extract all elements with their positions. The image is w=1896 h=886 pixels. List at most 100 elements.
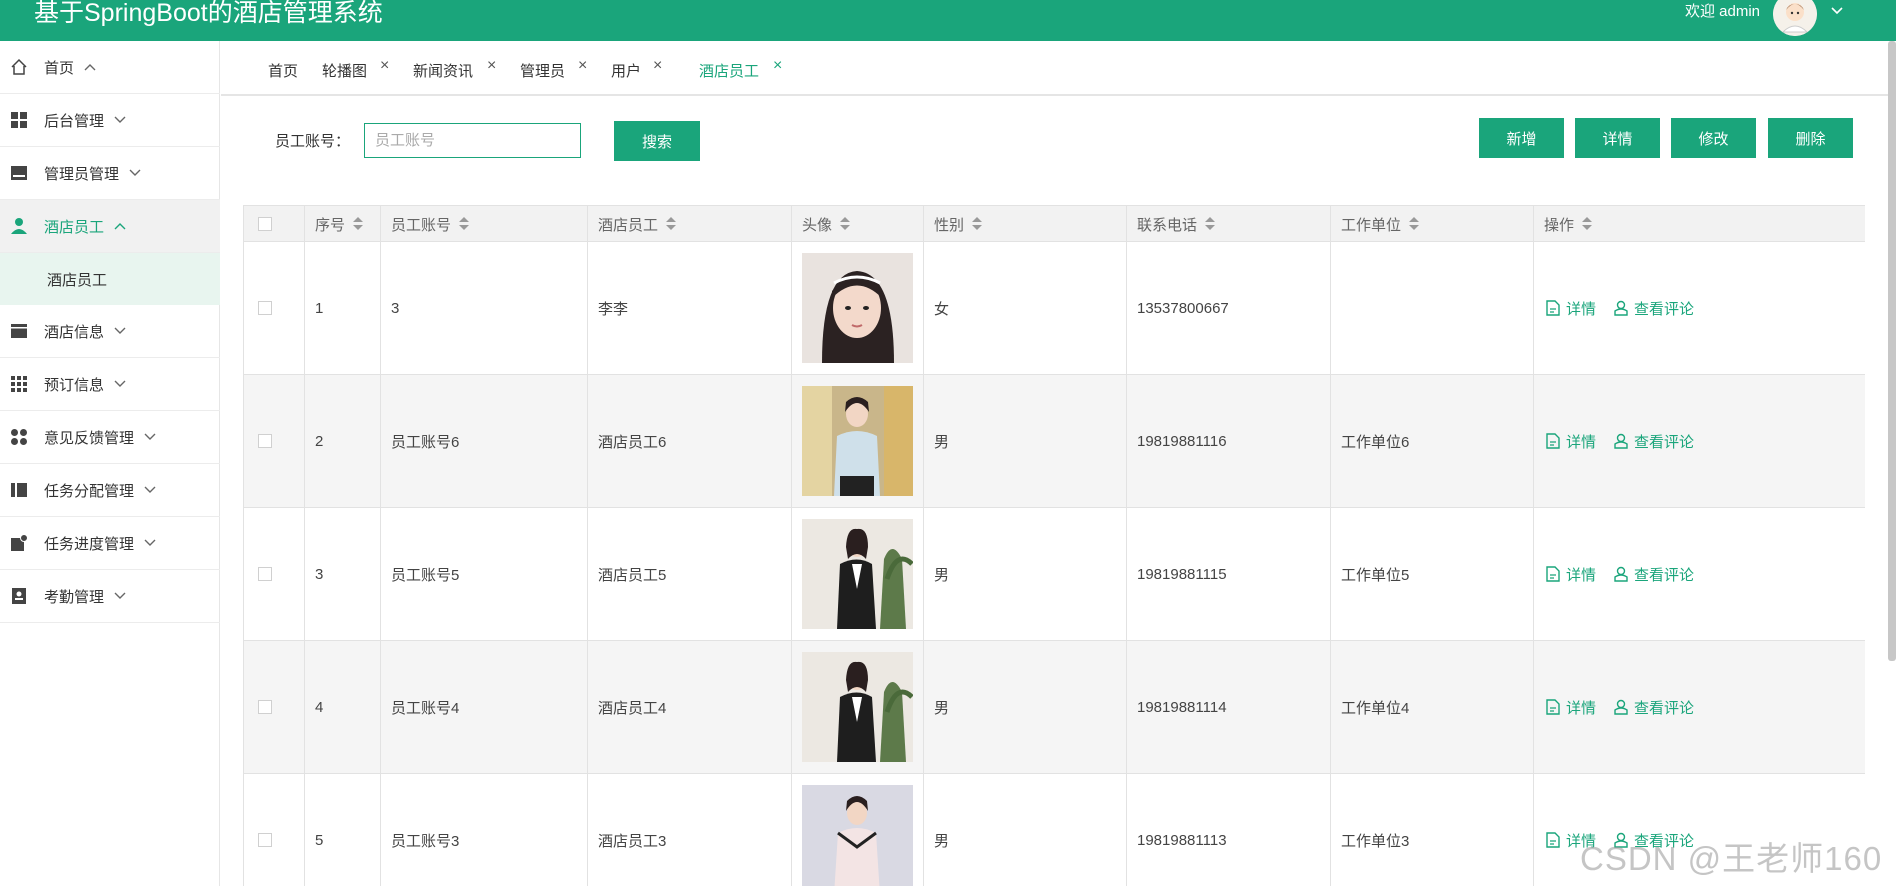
chevron-down-icon bbox=[114, 377, 126, 391]
row-detail-link[interactable]: 详情 bbox=[1546, 431, 1596, 452]
edit-button[interactable]: 修改 bbox=[1671, 118, 1756, 158]
row-detail-link[interactable]: 详情 bbox=[1546, 564, 1596, 585]
cell-actions: 详情 查看评论 bbox=[1534, 508, 1865, 640]
feedback-icon bbox=[10, 428, 28, 446]
column-header-index[interactable]: 序号 bbox=[305, 206, 381, 242]
close-icon[interactable]: × bbox=[380, 56, 389, 76]
cell-avatar bbox=[792, 375, 924, 507]
row-comments-link[interactable]: 查看评论 bbox=[1614, 697, 1694, 718]
row-checkbox[interactable] bbox=[258, 301, 272, 315]
table-row[interactable]: 2 员工账号6 酒店员工6 男 19819881116 工作单位6 详情 查看评… bbox=[244, 375, 1865, 508]
header-select-all bbox=[244, 206, 305, 242]
avatar-photo[interactable] bbox=[802, 785, 913, 886]
table-row[interactable]: 4 员工账号4 酒店员工4 男 19819881114 工作单位4 详情 查看评… bbox=[244, 641, 1865, 774]
column-header-name[interactable]: 酒店员工 bbox=[588, 206, 792, 242]
sidebar-item-label: 管理员管理 bbox=[44, 165, 120, 183]
row-comments-label: 查看评论 bbox=[1634, 300, 1695, 318]
comment-user-icon bbox=[1614, 699, 1628, 715]
cell-gender: 男 bbox=[924, 508, 1127, 640]
column-header-avatar[interactable]: 头像 bbox=[792, 206, 924, 242]
delete-button[interactable]: 删除 bbox=[1768, 118, 1853, 158]
sidebar-item-attendance[interactable]: 考勤管理 bbox=[0, 570, 220, 623]
employee-account-search-input[interactable] bbox=[364, 123, 581, 158]
task-progress-icon bbox=[10, 534, 28, 552]
sort-icon[interactable] bbox=[1205, 217, 1216, 231]
sidebar-item-task-assign[interactable]: 任务分配管理 bbox=[0, 464, 220, 517]
row-comments-link[interactable]: 查看评论 bbox=[1614, 564, 1694, 585]
sort-icon[interactable] bbox=[666, 217, 677, 231]
avatar-photo[interactable] bbox=[802, 652, 913, 762]
sidebar-subitem-hotel-staff[interactable]: 酒店员工 bbox=[0, 253, 220, 305]
tab-label: 管理员 bbox=[520, 63, 566, 80]
sidebar-item-booking[interactable]: 预订信息 bbox=[0, 358, 220, 411]
column-header-gender[interactable]: 性别 bbox=[924, 206, 1127, 242]
sidebar-item-label: 预订信息 bbox=[44, 376, 105, 394]
sidebar-item-backend[interactable]: 后台管理 bbox=[0, 94, 220, 147]
tab-hotel-staff[interactable]: 酒店员工 × bbox=[699, 57, 782, 82]
add-button[interactable]: 新增 bbox=[1479, 118, 1564, 158]
hotel-info-icon bbox=[10, 322, 28, 340]
close-icon[interactable]: × bbox=[653, 56, 662, 76]
row-checkbox[interactable] bbox=[258, 833, 272, 847]
tab-carousel[interactable]: 轮播图 × bbox=[322, 57, 389, 82]
sidebar-item-label: 任务进度管理 bbox=[44, 535, 135, 553]
chevron-down-icon bbox=[144, 430, 156, 444]
row-detail-link[interactable]: 详情 bbox=[1546, 298, 1596, 319]
row-detail-link[interactable]: 详情 bbox=[1546, 697, 1596, 718]
sort-icon[interactable] bbox=[1409, 217, 1420, 231]
search-button[interactable]: 搜索 bbox=[614, 121, 700, 161]
sidebar-item-label: 任务分配管理 bbox=[44, 482, 135, 500]
sidebar-item-feedback[interactable]: 意见反馈管理 bbox=[0, 411, 220, 464]
cell-account: 员工账号5 bbox=[381, 508, 588, 640]
avatar-photo[interactable] bbox=[802, 253, 913, 363]
row-checkbox[interactable] bbox=[258, 434, 272, 448]
cell-phone: 19819881116 bbox=[1127, 375, 1331, 507]
tab-label: 用户 bbox=[611, 63, 642, 80]
sidebar-item-hotel-staff[interactable]: 酒店员工 bbox=[0, 200, 220, 253]
tab-news[interactable]: 新闻资讯 × bbox=[413, 57, 496, 82]
row-comments-link[interactable]: 查看评论 bbox=[1614, 431, 1694, 452]
user-menu-chevron-icon[interactable] bbox=[1830, 2, 1844, 18]
avatar-photo[interactable] bbox=[802, 519, 913, 629]
row-checkbox[interactable] bbox=[258, 567, 272, 581]
row-comments-link[interactable]: 查看评论 bbox=[1614, 298, 1694, 319]
column-header-account[interactable]: 员工账号 bbox=[381, 206, 588, 242]
cell-index: 3 bbox=[305, 508, 381, 640]
close-icon[interactable]: × bbox=[487, 56, 496, 76]
cell-actions: 详情 查看评论 bbox=[1534, 375, 1865, 507]
table-row[interactable]: 3 员工账号5 酒店员工5 男 19819881115 工作单位5 详情 查看评… bbox=[244, 508, 1865, 641]
close-icon[interactable]: × bbox=[773, 56, 782, 76]
sidebar-item-task-progress[interactable]: 任务进度管理 bbox=[0, 517, 220, 570]
sort-icon[interactable] bbox=[353, 217, 364, 231]
sort-icon[interactable] bbox=[459, 217, 470, 231]
sort-icon[interactable] bbox=[972, 217, 983, 231]
avatar-photo[interactable] bbox=[802, 386, 913, 496]
tab-home[interactable]: 首页 bbox=[268, 62, 298, 82]
column-header-unit[interactable]: 工作单位 bbox=[1331, 206, 1534, 242]
user-avatar[interactable] bbox=[1773, 0, 1817, 36]
document-icon bbox=[1546, 300, 1560, 316]
page-scrollbar[interactable] bbox=[1888, 41, 1896, 661]
sort-icon[interactable] bbox=[840, 217, 851, 231]
sidebar-item-home[interactable]: 首页 bbox=[0, 41, 220, 94]
column-label: 头像 bbox=[802, 216, 833, 234]
tab-label: 首页 bbox=[268, 63, 299, 80]
table-row[interactable]: 1 3 李李 女 13537800667 详情 查看评论 bbox=[244, 242, 1865, 375]
sidebar-item-admin[interactable]: 管理员管理 bbox=[0, 147, 220, 200]
column-header-actions[interactable]: 操作 bbox=[1534, 206, 1865, 242]
user-icon bbox=[10, 217, 28, 235]
sidebar-item-hotel-info[interactable]: 酒店信息 bbox=[0, 305, 220, 358]
tab-admins[interactable]: 管理员 × bbox=[520, 57, 587, 82]
select-all-checkbox[interactable] bbox=[258, 217, 272, 231]
cell-avatar bbox=[792, 508, 924, 640]
column-header-phone[interactable]: 联系电话 bbox=[1127, 206, 1331, 242]
tab-users[interactable]: 用户 × bbox=[611, 57, 662, 82]
comment-user-icon bbox=[1614, 433, 1628, 449]
sort-icon[interactable] bbox=[1582, 217, 1593, 231]
document-icon bbox=[1546, 566, 1560, 582]
app-title: 基于SpringBoot的酒店管理系统 bbox=[34, 0, 383, 27]
close-icon[interactable]: × bbox=[578, 56, 587, 76]
detail-button[interactable]: 详情 bbox=[1575, 118, 1660, 158]
chevron-up-icon bbox=[84, 60, 96, 74]
row-checkbox[interactable] bbox=[258, 700, 272, 714]
